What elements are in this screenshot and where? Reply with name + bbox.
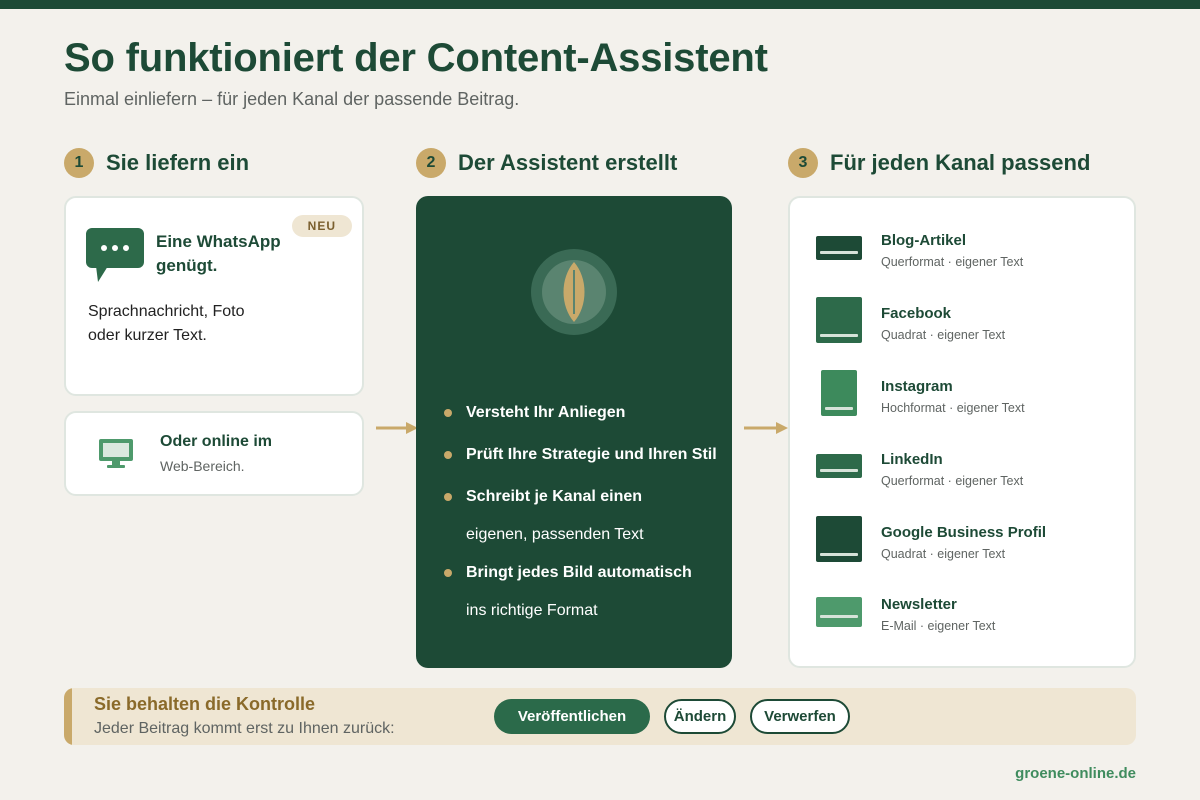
- channel-meta: Hochformat · eigener Text: [881, 401, 1025, 415]
- portrait-format-icon: [821, 370, 857, 416]
- channel-meta: Quadrat · eigener Text: [881, 328, 1006, 342]
- chat-bubble-icon: [86, 228, 146, 289]
- monitor-icon: [98, 438, 134, 475]
- discard-button[interactable]: Verwerfen: [750, 699, 850, 734]
- channel-item-blog: Blog-Artikel Querformat · eigener Text: [814, 228, 1114, 288]
- channels-card: Blog-Artikel Querformat · eigener Text F…: [788, 196, 1136, 668]
- assistant-points: Versteht Ihr Anliegen Prüft Ihre Strateg…: [442, 392, 732, 628]
- web-title: Oder online im: [160, 433, 273, 450]
- top-bar: [0, 0, 1200, 9]
- step-number: 1: [64, 148, 94, 178]
- web-subtitle: Web-Bereich.: [160, 458, 245, 474]
- assistant-point: Prüft Ihre Strategie und Ihren Stil: [442, 434, 732, 476]
- web-card: Oder online im Web-Bereich.: [64, 411, 364, 496]
- bullet-icon: [444, 409, 452, 417]
- description-line: oder kurzer Text.: [88, 327, 207, 344]
- wide-format-icon: [816, 597, 862, 627]
- accent-bar: [64, 688, 72, 745]
- whatsapp-card: NEU Eine WhatsApp genügt. Sprachnachrich…: [64, 196, 364, 396]
- channel-meta: Querformat · eigener Text: [881, 474, 1024, 488]
- bullet-icon: [444, 493, 452, 501]
- control-subtitle: Jeder Beitrag kommt erst zu Ihnen zurück…: [94, 720, 395, 737]
- step-number: 3: [788, 148, 818, 178]
- channel-item-linkedin: LinkedIn Querformat · eigener Text: [814, 447, 1114, 507]
- assistant-point: Bringt jedes Bild automatisch ins richti…: [442, 552, 732, 628]
- description-line: Sprachnachricht, Foto: [88, 303, 245, 320]
- footer-url[interactable]: groene-online.de: [1015, 765, 1136, 782]
- channel-item-facebook: Facebook Quadrat · eigener Text: [814, 297, 1114, 361]
- channel-name: Facebook: [881, 305, 952, 322]
- page-subtitle: Einmal einliefern – für jeden Kanal der …: [64, 89, 520, 109]
- arrow-right-icon: [376, 422, 418, 434]
- step-title: Sie liefern ein: [106, 150, 250, 175]
- point-title: Schreibt je Kanal einen: [466, 488, 643, 505]
- step-title: Der Assistent erstellt: [458, 150, 678, 175]
- control-title: Sie behalten die Kontrolle: [94, 694, 316, 714]
- channel-item-google-business: Google Business Profil Quadrat · eigener…: [814, 516, 1114, 580]
- bullet-icon: [444, 569, 452, 577]
- whatsapp-title: Eine WhatsApp genügt.: [156, 232, 281, 275]
- step-2-header: 2 Der Assistent erstellt: [416, 148, 677, 178]
- step-1-header: 1 Sie liefern ein: [64, 148, 249, 178]
- channel-meta: E-Mail · eigener Text: [881, 619, 996, 633]
- step-number: 2: [416, 148, 446, 178]
- channel-name: Instagram: [881, 378, 953, 395]
- square-format-icon: [816, 516, 862, 562]
- change-button[interactable]: Ändern: [664, 699, 736, 734]
- point-title: Bringt jedes Bild automatisch: [466, 564, 692, 581]
- square-format-icon: [816, 297, 862, 343]
- point-detail: ins richtige Format: [466, 602, 598, 619]
- landscape-format-icon: [816, 454, 862, 478]
- control-banner: Sie behalten die Kontrolle Jeder Beitrag…: [64, 688, 1136, 745]
- channel-name: Google Business Profil: [881, 524, 1047, 541]
- channel-name: LinkedIn: [881, 451, 943, 468]
- whatsapp-description: Sprachnachricht, Foto oder kurzer Text.: [88, 300, 288, 348]
- channel-name: Blog-Artikel: [881, 232, 967, 249]
- channel-meta: Querformat · eigener Text: [881, 255, 1024, 269]
- point-detail: eigenen, passenden Text: [466, 526, 644, 543]
- channel-item-newsletter: Newsletter E-Mail · eigener Text: [814, 592, 1114, 652]
- channel-meta: Quadrat · eigener Text: [881, 547, 1006, 561]
- assistant-point: Schreibt je Kanal einen eigenen, passend…: [442, 476, 732, 552]
- arrow-right-icon: [744, 422, 788, 434]
- point-title: Versteht Ihr Anliegen: [466, 404, 626, 421]
- publish-button[interactable]: Veröffentlichen: [494, 699, 650, 734]
- channel-item-instagram: Instagram Hochformat · eigener Text: [814, 370, 1114, 434]
- leaf-icon: [530, 248, 618, 341]
- channel-name: Newsletter: [881, 596, 957, 613]
- landscape-format-icon: [816, 236, 862, 260]
- assistant-point: Versteht Ihr Anliegen: [442, 392, 732, 434]
- assistant-panel: Versteht Ihr Anliegen Prüft Ihre Strateg…: [416, 196, 732, 668]
- step-3-header: 3 Für jeden Kanal passend: [788, 148, 1090, 178]
- point-title: Prüft Ihre Strategie und Ihren Stil: [466, 446, 717, 463]
- step-title: Für jeden Kanal passend: [830, 150, 1091, 175]
- page-title: So funktioniert der Content-Assistent: [64, 36, 768, 80]
- bullet-icon: [444, 451, 452, 459]
